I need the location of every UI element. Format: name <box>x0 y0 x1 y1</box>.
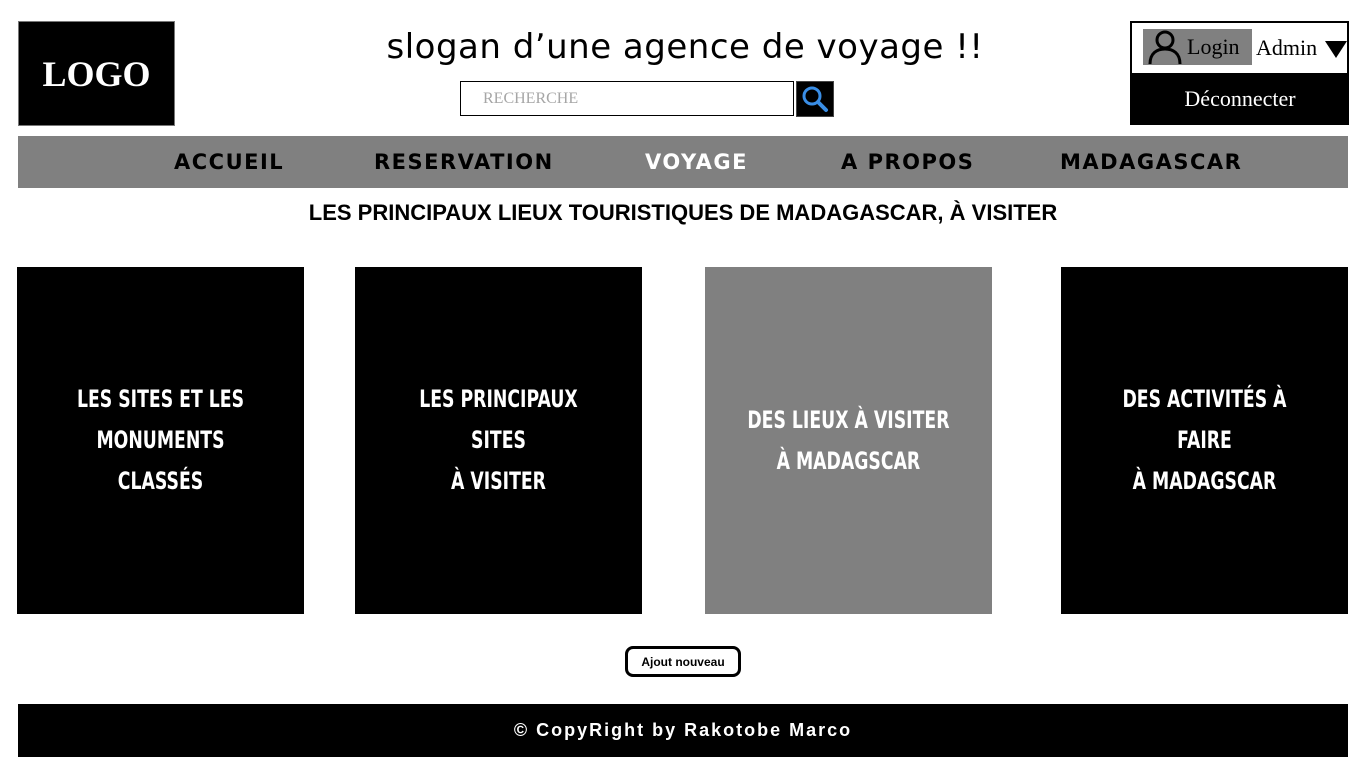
nav-item-reservation[interactable]: RESERVATION <box>374 136 554 188</box>
copyright-text: © CopyRight by Rakotobe Marco <box>513 720 853 740</box>
login-label: Login <box>1187 34 1240 59</box>
card-label: DES ACTIVITÉS À FAIRE À MADAGSCAR <box>1122 385 1287 495</box>
nav-item-accueil[interactable]: ACCUEIL <box>174 136 284 188</box>
login-button[interactable]: Login <box>1143 29 1252 65</box>
user-icon <box>1143 29 1187 65</box>
caret-down-icon[interactable] <box>1325 41 1347 58</box>
nav-item-voyage[interactable]: VOYAGE <box>645 136 748 188</box>
nav-item-a-propos[interactable]: A PROPOS <box>841 136 974 188</box>
logo[interactable]: LOGO <box>18 21 175 126</box>
logout-button[interactable]: Déconnecter <box>1131 73 1349 125</box>
card-label: LES PRINCIPAUX SITES À VISITER <box>419 385 578 495</box>
search-input[interactable] <box>460 81 794 116</box>
footer: © CopyRight by Rakotobe Marco <box>18 704 1348 757</box>
card-label: LES SITES ET LES MONUMENTS CLASSÉS <box>76 385 245 495</box>
card-activites[interactable]: DES ACTIVITÉS À FAIRE À MADAGSCAR <box>1061 267 1348 614</box>
add-new-button[interactable]: Ajout nouveau <box>625 646 741 677</box>
nav-item-madagascar[interactable]: MADAGASCAR <box>1060 136 1242 188</box>
page-title: LES PRINCIPAUX LIEUX TOURISTIQUES DE MAD… <box>308 200 1058 225</box>
admin-label[interactable]: Admin <box>1256 35 1317 61</box>
card-label: DES LIEUX À VISITER À MADAGSCAR <box>747 405 950 475</box>
search-button[interactable] <box>796 81 834 117</box>
slogan: slogan d’une agence de voyage !! <box>386 27 984 67</box>
card-lieux-a-visiter[interactable]: DES LIEUX À VISITER À MADAGSCAR <box>705 267 992 614</box>
search-icon <box>802 86 828 112</box>
card-principaux-sites[interactable]: LES PRINCIPAUX SITES À VISITER <box>355 267 642 614</box>
card-sites-monuments[interactable]: LES SITES ET LES MONUMENTS CLASSÉS <box>17 267 304 614</box>
main-nav: ACCUEIL RESERVATION VOYAGE A PROPOS MADA… <box>18 136 1348 188</box>
